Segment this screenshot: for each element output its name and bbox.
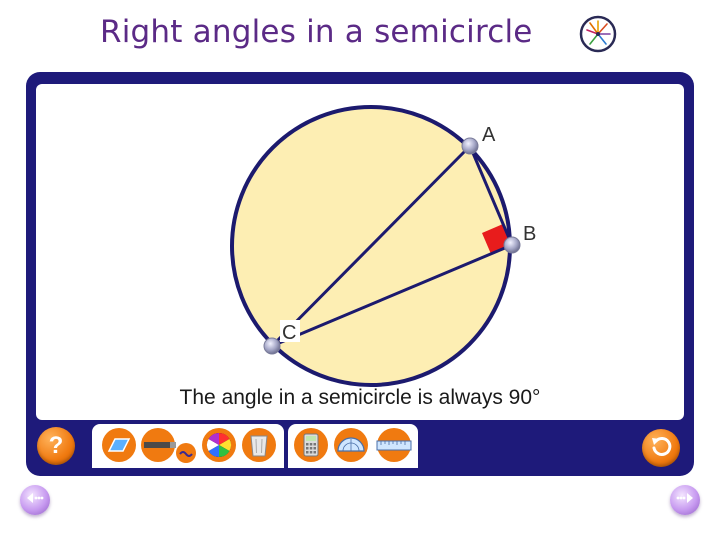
- caption-text: The angle in a semicircle is always 90°: [179, 386, 541, 409]
- point-c-label: C: [282, 322, 296, 344]
- undo-button[interactable]: [642, 429, 680, 467]
- undo-icon: [649, 434, 673, 463]
- ruler-button[interactable]: [374, 427, 414, 468]
- previous-slide-icon: [25, 491, 45, 510]
- point-a-handle[interactable]: [461, 137, 479, 155]
- shape-tool-button[interactable]: [100, 427, 138, 468]
- clear-button[interactable]: [240, 427, 278, 468]
- next-slide-icon: [675, 491, 695, 510]
- colour-wheel-icon: [201, 427, 237, 468]
- point-c-handle[interactable]: [263, 337, 281, 355]
- bin-icon: [241, 427, 277, 468]
- next-slide-button[interactable]: [670, 485, 700, 515]
- protractor-icon: [333, 427, 369, 468]
- ruler-icon: [374, 427, 414, 468]
- help-label: ?: [48, 432, 64, 459]
- help-button[interactable]: ?: [37, 427, 75, 465]
- calculator-icon: [293, 427, 329, 468]
- calculator-button[interactable]: [292, 427, 330, 468]
- pen-tool-button[interactable]: [140, 427, 198, 468]
- colour-tool-button[interactable]: [200, 427, 238, 468]
- point-a-label: A: [482, 124, 496, 146]
- parallelogram-icon: [101, 427, 137, 468]
- logo-icon: [578, 14, 618, 54]
- point-b-label: B: [523, 223, 536, 245]
- point-b-handle[interactable]: [503, 236, 521, 254]
- slide-title: Right angles in a semicircle: [100, 14, 533, 50]
- pencil-icon: [140, 427, 198, 468]
- previous-slide-button[interactable]: [20, 485, 50, 515]
- diagram-canvas: A B C The angle in a semicircle is alway…: [36, 84, 684, 420]
- protractor-button[interactable]: [332, 427, 370, 468]
